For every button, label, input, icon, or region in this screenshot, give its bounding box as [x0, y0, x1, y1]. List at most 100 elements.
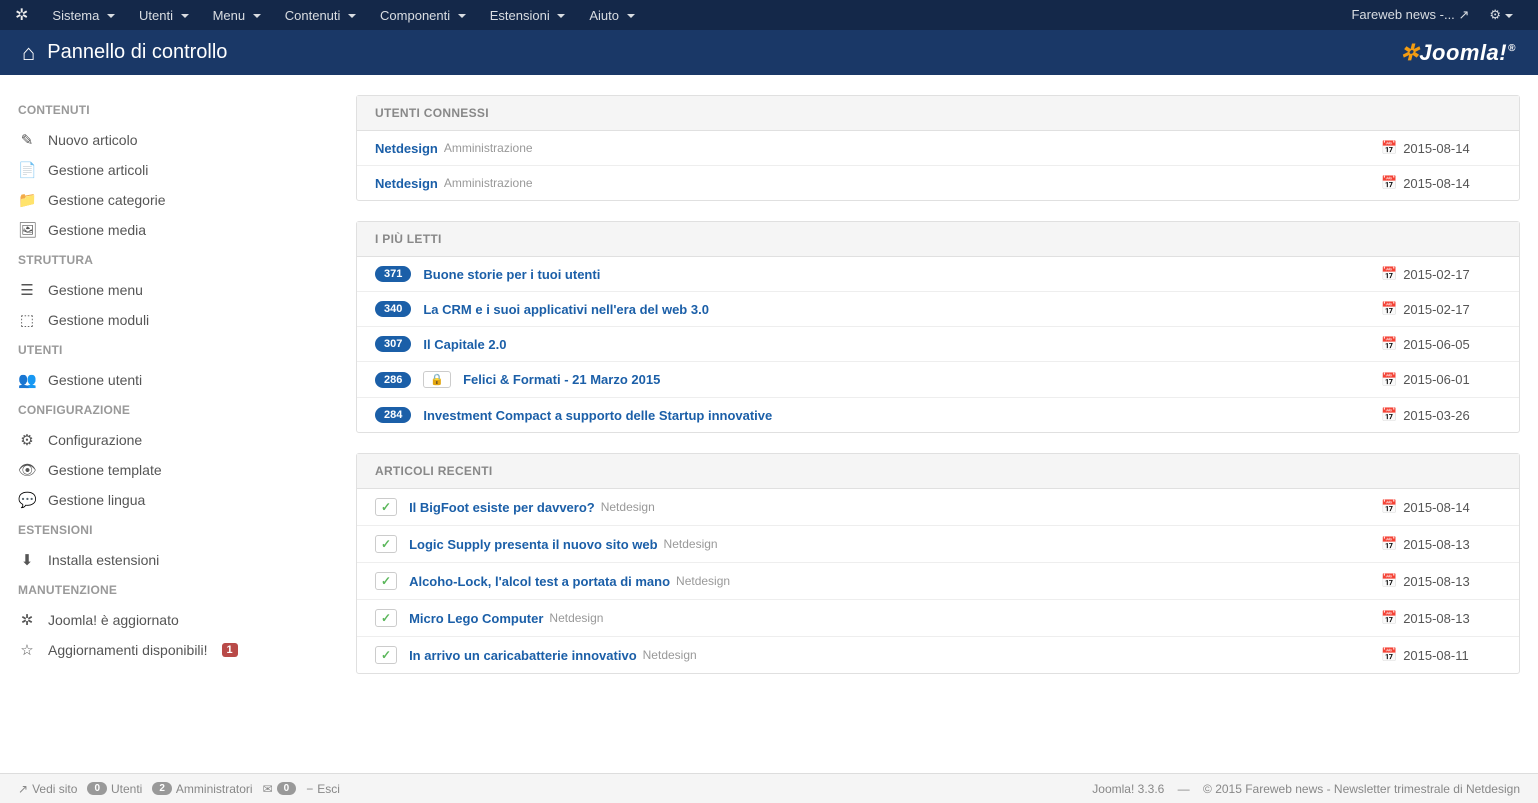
date-value: 2015-02-17: [1403, 302, 1470, 317]
article-link[interactable]: Buone storie per i tuoi utenti: [423, 267, 600, 282]
article-link[interactable]: Logic Supply presenta il nuovo sito web: [409, 537, 657, 552]
footer-users[interactable]: 0 Utenti: [87, 782, 142, 796]
main-content: UTENTI CONNESSI Netdesign Amministrazion…: [356, 95, 1520, 694]
date-value: 2015-08-14: [1403, 141, 1470, 156]
site-name-link[interactable]: Fareweb news -... ↗: [1341, 1, 1479, 29]
eye-icon: 👁: [18, 461, 36, 479]
article-link[interactable]: Micro Lego Computer: [409, 611, 543, 626]
sidebar-item-gestione-articoli[interactable]: 📄Gestione articoli: [18, 155, 338, 185]
view-site-link[interactable]: ↗ Vedi sito: [18, 782, 77, 796]
sidebar-item-installa-estensioni[interactable]: ⬇Installa estensioni: [18, 545, 338, 575]
cube-icon: ⬚: [18, 311, 36, 329]
panel-logged-in-title: UTENTI CONNESSI: [357, 96, 1519, 131]
recent-row: ✓In arrivo un caricabatterie innovativo …: [357, 637, 1519, 673]
sidebar-item-label: Nuovo articolo: [48, 132, 138, 148]
nav-item-contenuti[interactable]: Contenuti: [273, 2, 368, 29]
nav-item-label: Utenti: [139, 8, 173, 23]
user-link[interactable]: Netdesign: [375, 141, 438, 156]
admins-label: Amministratori: [176, 782, 253, 796]
sidebar-section-title: CONFIGURAZIONE: [18, 395, 338, 425]
sidebar-item-gestione-moduli[interactable]: ⬚Gestione moduli: [18, 305, 338, 335]
sidebar-item-aggiornamenti-disponibili-[interactable]: ☆Aggiornamenti disponibili! 1: [18, 635, 338, 665]
calendar-icon: 📅: [1381, 647, 1397, 663]
nav-item-label: Sistema: [52, 8, 99, 23]
popular-row: 371Buone storie per i tuoi utenti📅2015-0…: [357, 257, 1519, 292]
calendar-icon: 📅: [1381, 372, 1397, 388]
panel-recent-title: ARTICOLI RECENTI: [357, 454, 1519, 489]
article-link[interactable]: Il BigFoot esiste per davvero?: [409, 500, 595, 515]
recent-row: ✓ Alcoho-Lock, l'alcol test a portata di …: [357, 563, 1519, 600]
footer-version: Joomla! 3.3.6: [1092, 782, 1164, 796]
page-header: ⌂ Pannello di controllo ✲Joomla!®: [0, 30, 1538, 75]
sidebar: CONTENUTI✎Nuovo articolo📄Gestione artico…: [18, 95, 338, 694]
sidebar-item-gestione-lingua[interactable]: 💬Gestione lingua: [18, 485, 338, 515]
sidebar-item-gestione-template[interactable]: 👁Gestione template: [18, 455, 338, 485]
published-icon[interactable]: ✓: [375, 572, 397, 590]
sidebar-item-label: Joomla! è aggiornato: [48, 612, 179, 628]
logged-in-row: Netdesign Amministrazione📅2015-08-14: [357, 131, 1519, 166]
published-icon[interactable]: ✓: [375, 609, 397, 627]
joomla-icon: ✲: [18, 611, 36, 629]
nav-item-utenti[interactable]: Utenti: [127, 2, 201, 29]
article-link[interactable]: La CRM e i suoi applicativi nell'era del…: [423, 302, 709, 317]
footer: ↗ Vedi sito 0 Utenti 2 Amministratori ✉ …: [0, 773, 1538, 803]
footer-messages[interactable]: ✉ 0: [263, 782, 297, 796]
sidebar-item-gestione-categorie[interactable]: 📁Gestione categorie: [18, 185, 338, 215]
nav-item-label: Componenti: [380, 8, 450, 23]
popular-row: 286🔒Felici & Formati - 21 Marzo 2015📅201…: [357, 362, 1519, 398]
panel-recent: ARTICOLI RECENTI ✓ Il BigFoot esiste per …: [356, 453, 1520, 674]
site-name-label: Fareweb news -...: [1351, 7, 1454, 22]
sidebar-item-gestione-menu[interactable]: ☰Gestione menu: [18, 275, 338, 305]
sidebar-item-nuovo-articolo[interactable]: ✎ Nuovo articolo: [18, 125, 338, 155]
sidebar-section-title: STRUTTURA: [18, 245, 338, 275]
date-value: 2015-08-13: [1403, 611, 1470, 626]
calendar-icon: 📅: [1381, 301, 1397, 317]
article-link[interactable]: Investment Compact a supporto delle Star…: [423, 408, 772, 423]
date-value: 2015-03-26: [1403, 408, 1470, 423]
nav-item-label: Menu: [213, 8, 246, 23]
footer-separator: —: [1174, 782, 1193, 796]
article-link[interactable]: Il Capitale 2.0: [423, 337, 506, 352]
nav-item-componenti[interactable]: Componenti: [368, 2, 478, 29]
chevron-down-icon: [557, 14, 565, 18]
joomla-logo: ✲Joomla!®: [1400, 40, 1516, 66]
sidebar-item-gestione-media[interactable]: 🖼Gestione media: [18, 215, 338, 245]
user-link[interactable]: Netdesign: [375, 176, 438, 191]
sidebar-item-gestione-utenti[interactable]: 👥Gestione utenti: [18, 365, 338, 395]
nav-item-menu[interactable]: Menu: [201, 2, 273, 29]
article-link[interactable]: In arrivo un caricabatterie innovativo: [409, 648, 637, 663]
settings-menu[interactable]: ⚙: [1479, 1, 1523, 29]
pencil-icon: ✎: [18, 131, 36, 149]
published-icon[interactable]: ✓: [375, 498, 397, 516]
top-navbar: ✲ Sistema Utenti Menu Contenuti Componen…: [0, 0, 1538, 30]
article-link[interactable]: Felici & Formati - 21 Marzo 2015: [463, 372, 660, 387]
nav-item-aiuto[interactable]: Aiuto: [577, 2, 646, 29]
sidebar-item-joomla-aggiornato[interactable]: ✲ Joomla! è aggiornato: [18, 605, 338, 635]
footer-admins[interactable]: 2 Amministratori: [152, 782, 252, 796]
panel-popular-title: I PIÙ LETTI: [357, 222, 1519, 257]
sidebar-item-configurazione[interactable]: ⚙Configurazione: [18, 425, 338, 455]
lock-icon[interactable]: 🔒: [423, 371, 451, 388]
image-icon: 🖼: [18, 221, 36, 239]
hit-count: 284: [375, 407, 411, 423]
logout-link[interactable]: − Esci: [306, 782, 340, 796]
published-icon[interactable]: ✓: [375, 646, 397, 664]
chevron-down-icon: [627, 14, 635, 18]
users-label: Utenti: [111, 782, 142, 796]
list-icon: ☰: [18, 281, 36, 299]
nav-item-sistema[interactable]: Sistema: [40, 2, 127, 29]
panel-popular: I PIÙ LETTI 371Buone storie per i tuoi u…: [356, 221, 1520, 433]
admins-count: 2: [152, 782, 172, 795]
gear-icon: ⚙: [1489, 7, 1501, 22]
date-value: 2015-08-14: [1403, 176, 1470, 191]
calendar-icon: 📅: [1381, 140, 1397, 156]
gear-icon: ⚙: [18, 431, 36, 449]
published-icon[interactable]: ✓: [375, 535, 397, 553]
sidebar-item-label: Aggiornamenti disponibili!: [48, 642, 208, 658]
date-value: 2015-08-13: [1403, 574, 1470, 589]
calendar-icon: 📅: [1381, 536, 1397, 552]
sidebar-item-label: Installa estensioni: [48, 552, 159, 568]
article-link[interactable]: Alcoho-Lock, l'alcol test a portata di m…: [409, 574, 670, 589]
chevron-down-icon: [107, 14, 115, 18]
nav-item-estensioni[interactable]: Estensioni: [478, 2, 578, 29]
